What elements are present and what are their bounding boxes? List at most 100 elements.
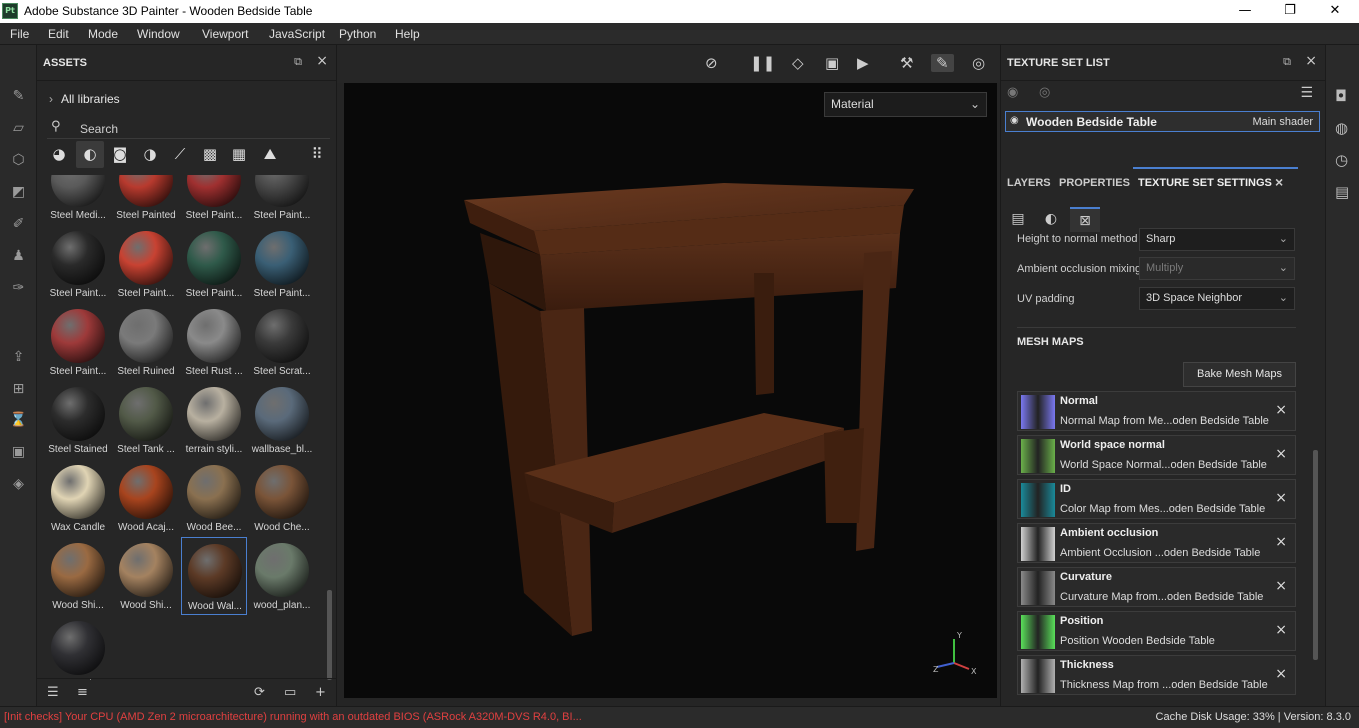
material-thumbnail[interactable]: Steel Ruined (113, 303, 179, 381)
tab-layers[interactable]: LAYERS (1007, 177, 1051, 189)
menu-python[interactable]: Python (339, 27, 376, 41)
close-window-button[interactable]: ✕ (1312, 0, 1358, 23)
material-thumbnail[interactable]: Steel Paint... (181, 225, 247, 303)
log-icon[interactable]: ▤ (1335, 183, 1349, 201)
material-thumbnail[interactable]: Steel Paint... (45, 303, 111, 381)
pause-icon[interactable]: ❚❚ (750, 54, 775, 72)
shader-icon[interactable]: ◍ (1335, 119, 1348, 137)
material-thumbnail[interactable]: Wood Wal... (181, 537, 247, 615)
settings-icon[interactable]: ▤ (1003, 207, 1033, 232)
camera-icon[interactable]: ▶ (857, 54, 869, 72)
remove-mesh-map-icon[interactable]: × (1275, 490, 1287, 506)
remove-mesh-map-icon[interactable]: × (1275, 578, 1287, 594)
display-icon[interactable]: ◘ (1335, 87, 1347, 105)
undock-icon[interactable]: ⧉ (1283, 55, 1291, 69)
filter-environment-icon[interactable]: ⛰ (256, 141, 284, 168)
texture-set-row[interactable]: ◉ Wooden Bedside Table Main shader (1005, 111, 1320, 132)
export-icon[interactable]: ⇪ (9, 348, 28, 367)
geometry-mask-icon[interactable]: ◩ (9, 183, 28, 202)
visibility-eye-icon[interactable]: ◉ (1010, 115, 1019, 126)
library-icon[interactable]: ◈ (9, 475, 28, 494)
remove-mesh-map-icon[interactable]: × (1275, 446, 1287, 462)
material-thumbnail[interactable]: terrain styli... (181, 381, 247, 459)
uv-padding-select[interactable]: 3D Space Neighbor ⌄ (1139, 287, 1295, 310)
mesh-map-item[interactable]: World space normal World Space Normal...o… (1017, 435, 1296, 475)
material-thumbnail[interactable]: Steel Paint... (249, 175, 315, 225)
remove-mesh-map-icon[interactable]: × (1275, 402, 1287, 418)
material-thumbnail[interactable]: Wood Bee... (181, 459, 247, 537)
shader-sphere-icon[interactable]: ◐ (1036, 207, 1066, 232)
library-selector[interactable]: › All libraries (49, 92, 120, 106)
paint-brush-icon[interactable]: ✎ (9, 87, 28, 106)
height-to-normal-select[interactable]: Sharp ⌄ (1139, 228, 1295, 251)
menu-javascript[interactable]: JavaScript (269, 27, 325, 41)
material-thumbnail[interactable]: Steel Medi... (45, 175, 111, 225)
menu-edit[interactable]: Edit (48, 27, 69, 41)
right-panel-scrollbar[interactable] (1313, 450, 1318, 660)
status-message[interactable]: [Init checks] Your CPU (AMD Zen 2 microa… (4, 711, 582, 723)
material-thumbnail[interactable]: Steel Rust ... (181, 303, 247, 381)
menu-window[interactable]: Window (137, 27, 180, 41)
mesh-map-item[interactable]: Normal Normal Map from Me...oden Bedside … (1017, 391, 1296, 431)
mesh-map-source[interactable]: World Space Normal...oden Bedside Table (1060, 459, 1267, 471)
material-thumbnail[interactable]: wood_plan... (249, 537, 315, 615)
history-icon[interactable]: ⌛ (9, 411, 28, 430)
filter-mask-icon[interactable]: ◙ (106, 141, 134, 168)
material-thumbnail[interactable]: Steel Tank ... (113, 381, 179, 459)
smudge-icon[interactable]: ♟ (9, 247, 28, 266)
screenshot-icon[interactable]: ◎ (972, 54, 985, 72)
color-picker-icon[interactable]: ✑ (9, 279, 28, 298)
list-view-icon[interactable]: ☰ (47, 685, 59, 700)
material-thumbnail[interactable]: Wood Shi... (45, 537, 111, 615)
mesh-icon[interactable]: ⊠ (1070, 207, 1100, 232)
folder-icon[interactable]: ▭ (284, 685, 296, 700)
mesh-map-source[interactable]: Curvature Map from...oden Bedside Table (1060, 591, 1263, 603)
filter-texture-icon[interactable]: ▩ (196, 141, 224, 168)
material-thumbnail[interactable]: Steel Paint... (45, 225, 111, 303)
hide-icon[interactable]: ⊘ (705, 54, 718, 72)
maximize-button[interactable]: ❐ (1267, 0, 1313, 23)
eraser-icon[interactable]: ▱ (9, 119, 28, 138)
3d-viewport[interactable]: Material ⌄ Y X Z (344, 83, 997, 698)
mesh-map-item[interactable]: Ambient occlusion Ambient Occlusion ...od… (1017, 523, 1296, 563)
menu-viewport[interactable]: Viewport (202, 27, 248, 41)
close-panel-icon[interactable]: × (1305, 53, 1317, 69)
material-thumbnail[interactable]: Steel Stained (45, 381, 111, 459)
close-panel-icon[interactable]: × (316, 53, 328, 69)
tab-properties[interactable]: PROPERTIES (1059, 177, 1130, 189)
tab-texture-set-settings[interactable]: TEXTURE SET SETTINGS (1138, 177, 1272, 189)
eye-icon[interactable]: ◉ (1007, 85, 1018, 100)
clone-icon[interactable]: ✐ (9, 215, 28, 234)
filter-filter-icon[interactable]: ◑ (136, 141, 164, 168)
material-thumbnail[interactable]: Steel Paint... (181, 175, 247, 225)
material-thumbnail[interactable]: Steel Paint... (113, 225, 179, 303)
material-thumbnail[interactable]: wallbase_bl... (249, 381, 315, 459)
mesh-map-item[interactable]: ID Color Map from Mes...oden Bedside Tabl… (1017, 479, 1296, 519)
eye-outline-icon[interactable]: ◎ (1039, 85, 1050, 100)
material-thumbnail[interactable]: Steel Scrat... (249, 303, 315, 381)
menu-file[interactable]: File (10, 27, 29, 41)
material-thumbnail[interactable]: Wood Che... (249, 459, 315, 537)
mesh-map-source[interactable]: Normal Map from Me...oden Bedside Table (1060, 415, 1269, 427)
mesh-map-item[interactable]: Curvature Curvature Map from...oden Bedsi… (1017, 567, 1296, 607)
grid-view-icon[interactable]: ⠿ (303, 141, 331, 168)
mesh-map-source[interactable]: Color Map from Mes...oden Bedside Table (1060, 503, 1265, 515)
filter-pattern-icon[interactable]: ▦ (225, 141, 253, 168)
remove-mesh-map-icon[interactable]: × (1275, 534, 1287, 550)
filter-material-icon[interactable]: ◐ (76, 141, 104, 168)
add-icon[interactable]: + (315, 685, 326, 700)
assets-search[interactable]: ⚲ Search (47, 117, 330, 139)
bake-mesh-maps-button[interactable]: Bake Mesh Maps (1183, 362, 1296, 387)
mesh-map-source[interactable]: Thickness Map from ...oden Bedside Table (1060, 679, 1268, 691)
paint-mode-icon[interactable]: ✎ (931, 54, 954, 72)
material-thumbnail[interactable]: Steel Paint... (249, 225, 315, 303)
close-tab-icon[interactable]: × (1275, 174, 1283, 190)
mesh-map-item[interactable]: Position Position Wooden Bedside Table × (1017, 611, 1296, 651)
remove-mesh-map-icon[interactable]: × (1275, 666, 1287, 682)
menu-icon[interactable]: ☰ (1300, 85, 1313, 101)
material-thumbnail[interactable]: Wax Candle (45, 459, 111, 537)
material-thumbnail[interactable]: Wood Acaj... (113, 459, 179, 537)
mesh-map-source[interactable]: Ambient Occlusion ...oden Bedside Table (1060, 547, 1260, 559)
history-icon[interactable]: ◷ (1335, 151, 1348, 169)
bake-icon[interactable]: ⊞ (9, 380, 28, 399)
